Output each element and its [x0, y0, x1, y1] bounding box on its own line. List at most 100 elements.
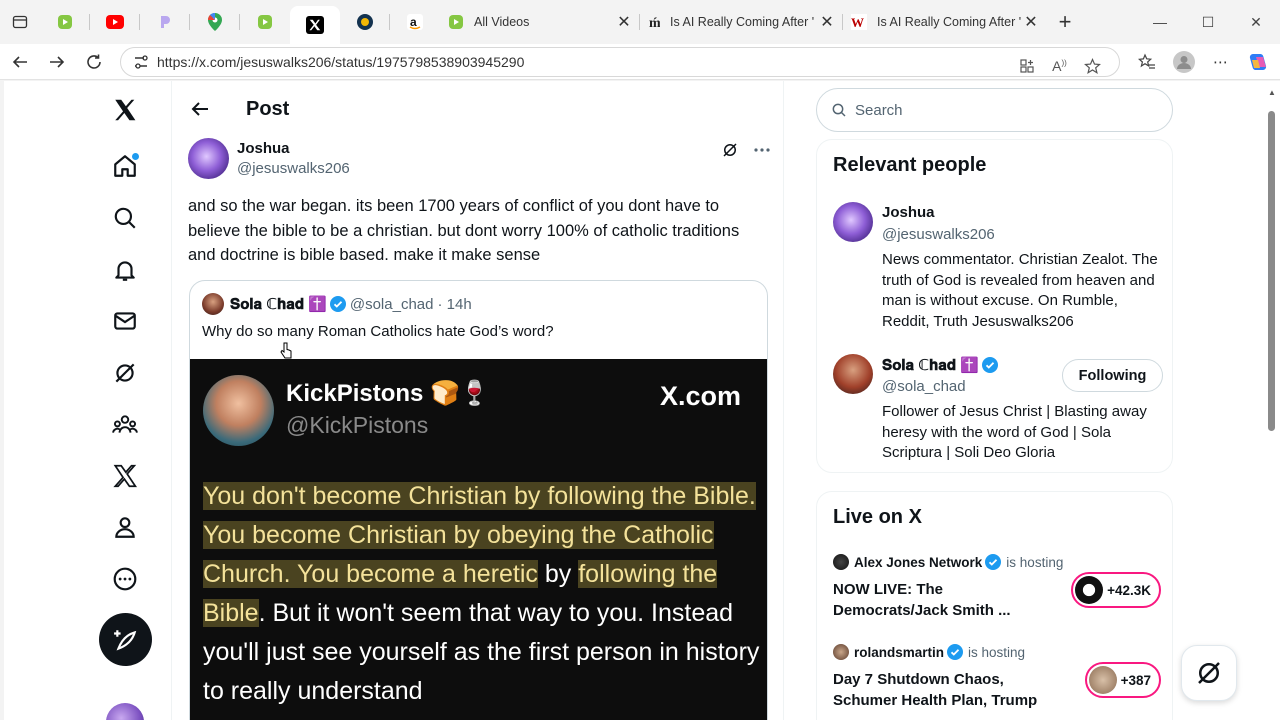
relevant-people-card: Relevant people Joshua @jesuswalks206 Ne… — [816, 139, 1173, 473]
new-tab-button[interactable]: + — [1047, 0, 1083, 44]
quoted-author-name[interactable]: 𝐒𝐨𝐥𝐚 ℂ𝐡𝐚𝐝 ✝️ — [230, 295, 327, 313]
app-available-icon[interactable] — [1010, 48, 1043, 84]
close-window-icon[interactable]: ✕ — [1232, 0, 1280, 44]
tab-p[interactable] — [140, 0, 190, 44]
person-name[interactable]: 𝐒𝐨𝐥𝐚 ℂ𝐡𝐚𝐝 ✝️ — [882, 357, 979, 374]
favorite-star-icon[interactable] — [1076, 48, 1109, 84]
tab-ai-article-2[interactable]: W Is AI Really Coming After ' ✕ — [843, 0, 1047, 44]
author-handle[interactable]: @jesuswalks206 — [237, 160, 350, 177]
more-options-icon[interactable] — [753, 141, 771, 159]
grok-floating-button[interactable] — [1181, 645, 1237, 701]
tab-x-active[interactable] — [290, 6, 340, 44]
refresh-icon[interactable] — [75, 44, 112, 80]
image-text-segment: by — [537, 560, 579, 588]
forward-nav-icon[interactable] — [38, 44, 75, 80]
person-name-row[interactable]: 𝐒𝐨𝐥𝐚 ℂ𝐡𝐚𝐝 ✝️ — [882, 356, 998, 374]
quoted-author-handle[interactable]: @sola_chad — [350, 296, 434, 313]
compose-post-button[interactable] — [99, 613, 152, 666]
explore-search-icon[interactable] — [99, 196, 151, 240]
tab-youtube[interactable] — [90, 0, 140, 44]
tab-news[interactable] — [340, 0, 390, 44]
close-tab-icon[interactable]: ✕ — [616, 12, 632, 32]
quoted-author-avatar[interactable] — [202, 293, 224, 315]
author-display-name[interactable]: Joshua — [237, 140, 350, 157]
quoted-post-time[interactable]: · 14h — [437, 296, 471, 313]
host-name[interactable]: Alex Jones Network — [854, 555, 982, 570]
tab-actions-icon[interactable] — [0, 0, 40, 44]
quoted-post[interactable]: 𝐒𝐨𝐥𝐚 ℂ𝐡𝐚𝐝 ✝️ @sola_chad · 14h Why do so … — [189, 280, 768, 720]
quoted-post-image[interactable]: KickPistons 🍞🍷 @KickPistons X.com You do… — [190, 359, 767, 720]
live-title-text[interactable]: NOW LIVE: The Democrats/Jack Smith ... — [833, 580, 1043, 621]
close-tab-icon[interactable]: ✕ — [1023, 12, 1039, 32]
quoted-post-text: Why do so many Roman Catholics hate God’… — [202, 323, 554, 340]
post-header: Post — [172, 81, 783, 137]
scroll-thumb[interactable] — [1268, 111, 1275, 431]
profile-icon[interactable] — [99, 505, 151, 549]
map-pin-icon — [208, 13, 222, 31]
svg-text:ḿ: ḿ — [649, 16, 660, 30]
x-page: Post Joshua @jesuswalks206 and so the wa… — [4, 81, 1264, 720]
grok-explain-icon[interactable] — [721, 141, 739, 159]
scroll-up-icon[interactable]: ▲ — [1268, 89, 1276, 97]
page-scrollbar[interactable]: ▲ — [1264, 81, 1280, 720]
window-controls: — ☐ ✕ — [1136, 0, 1280, 44]
home-icon[interactable] — [99, 144, 151, 188]
quoted-post-header: 𝐒𝐨𝐥𝐚 ℂ𝐡𝐚𝐝 ✝️ @sola_chad · 14h — [202, 293, 472, 315]
live-host[interactable]: rolandsmartin is hosting — [833, 644, 1025, 660]
premium-x-icon[interactable] — [99, 454, 151, 498]
live-host[interactable]: Alex Jones Network is hosting — [833, 554, 1063, 570]
tab-all-videos[interactable]: All Videos ✕ — [440, 0, 640, 44]
close-tab-icon[interactable]: ✕ — [819, 12, 835, 32]
search-placeholder: Search — [855, 101, 903, 119]
x-home-logo-icon[interactable] — [99, 88, 151, 132]
live-listeners-pill[interactable]: +387 — [1084, 662, 1161, 698]
search-input[interactable]: Search — [816, 88, 1173, 132]
back-arrow-icon[interactable] — [172, 81, 228, 137]
person-name[interactable]: Joshua — [882, 204, 935, 221]
person-bio: Follower of Jesus Christ | Blasting away… — [882, 403, 1147, 461]
copilot-icon[interactable] — [1239, 44, 1276, 80]
live-listeners-pill[interactable]: +42.3K — [1071, 572, 1161, 608]
tab-amazon[interactable]: a — [390, 0, 440, 44]
person-avatar[interactable] — [833, 202, 873, 242]
back-nav-icon[interactable] — [1, 44, 38, 80]
image-author-name: KickPistons 🍞🍷 — [286, 380, 490, 407]
grok-icon[interactable] — [99, 351, 151, 395]
tab-rumble[interactable] — [40, 0, 90, 44]
tab-ai-article-1[interactable]: ḿ Is AI Really Coming After ' ✕ — [640, 0, 843, 44]
read-aloud-icon[interactable]: A)) — [1043, 48, 1076, 84]
wordpress-icon: W — [851, 14, 867, 30]
rumble-icon — [258, 15, 272, 29]
search-icon — [832, 103, 846, 117]
host-status: is hosting — [1006, 554, 1064, 570]
page-title: Post — [246, 97, 290, 120]
post-author[interactable]: Joshua @jesuswalks206 — [188, 138, 350, 179]
live-avatar — [1075, 576, 1104, 604]
following-button[interactable]: Following — [1062, 359, 1163, 392]
live-avatar — [1088, 666, 1117, 694]
more-circle-icon[interactable] — [99, 557, 151, 601]
maximize-icon[interactable]: ☐ — [1184, 0, 1232, 44]
image-text-segment: . But it won't seem that way to you. Ins… — [203, 599, 760, 705]
host-name[interactable]: rolandsmartin — [854, 645, 944, 660]
site-info-icon[interactable] — [133, 54, 149, 70]
person-bio: News commentator. Christian Zealot. The … — [882, 251, 1158, 330]
tab-rumble-2[interactable] — [240, 0, 290, 44]
messages-envelope-icon[interactable] — [99, 299, 151, 343]
favorites-icon[interactable] — [1128, 44, 1165, 80]
grok-icon — [1198, 662, 1220, 684]
tab-maps[interactable] — [190, 0, 240, 44]
communities-icon[interactable] — [99, 403, 151, 447]
live-title-text[interactable]: Day 7 Shutdown Chaos, Schumer Health Pla… — [833, 670, 1043, 720]
person-handle[interactable]: @jesuswalks206 — [882, 226, 995, 243]
person-avatar[interactable] — [833, 354, 873, 394]
notifications-bell-icon[interactable] — [99, 248, 151, 292]
settings-more-icon[interactable]: ⋯ — [1202, 44, 1239, 80]
profile-avatar-icon[interactable] — [1165, 44, 1202, 80]
minimize-icon[interactable]: — — [1136, 0, 1184, 44]
person-handle[interactable]: @sola_chad — [882, 378, 966, 395]
listener-count: +42.3K — [1107, 582, 1151, 598]
author-avatar[interactable] — [188, 138, 229, 179]
post-actions — [721, 141, 771, 159]
url-field[interactable]: https://x.com/jesuswalks206/status/19757… — [120, 47, 1120, 77]
